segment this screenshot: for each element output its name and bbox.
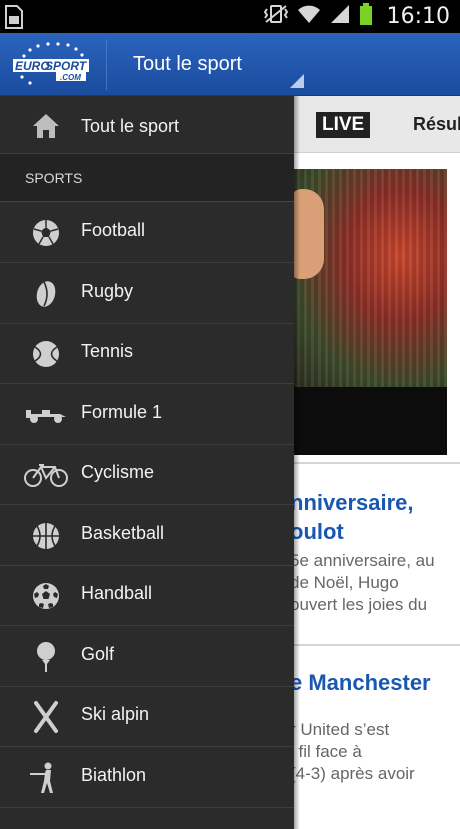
- ski-icon: [24, 699, 68, 735]
- article-title[interactable]: e Manchester: [290, 668, 460, 697]
- section-header-label: SPORTS: [25, 170, 83, 186]
- drawer-item-label: Football: [81, 220, 146, 240]
- drawer-item-cyclisme[interactable]: Cyclisme: [0, 445, 294, 505]
- svg-text:.COM: .COM: [60, 73, 81, 82]
- biathlon-icon: [24, 760, 68, 796]
- battery-icon: [359, 3, 373, 30]
- drawer-item-label: Basketball: [81, 523, 165, 543]
- article-card[interactable]: nniversaire, oulot 5e anniversaire, au d…: [290, 488, 460, 616]
- drawer-item-handball[interactable]: Handball: [0, 566, 294, 626]
- wifi-icon: [297, 4, 321, 29]
- app-bar-divider: [106, 39, 107, 90]
- hero-caption-band: [290, 387, 447, 455]
- drawer-item-label: Golf: [81, 644, 115, 664]
- drawer-item-more[interactable]: [0, 808, 294, 829]
- navigation-drawer: Tout le sport SPORTS Football Rugby Tenn…: [0, 96, 294, 829]
- golf-ball-icon: [24, 639, 68, 675]
- article-excerpt: l fil face à: [290, 742, 362, 761]
- tab-live[interactable]: LIVE: [316, 112, 371, 138]
- home-icon: [24, 108, 68, 144]
- article-title[interactable]: nniversaire,: [290, 488, 460, 517]
- article-excerpt: de Noël, Hugo: [290, 573, 399, 592]
- app-screen: 16:10 EURO SPORT .COM Tout le sport LIVE…: [0, 0, 460, 829]
- article-excerpt: 5e anniversaire, au: [290, 551, 435, 570]
- clock: 16:10: [386, 4, 450, 29]
- drawer-item-biathlon[interactable]: Biathlon: [0, 748, 294, 808]
- drawer-item-label: Handball: [81, 583, 153, 603]
- drawer-item-ski-alpin[interactable]: Ski alpin: [0, 687, 294, 747]
- article-card[interactable]: e Manchester r United s’est l fil face à…: [290, 668, 460, 785]
- drawer-item-label: Biathlon: [81, 765, 147, 785]
- eurosport-logo[interactable]: EURO SPORT .COM: [8, 41, 94, 87]
- status-bar: 16:10: [0, 0, 460, 33]
- vibrate-icon: [263, 4, 289, 29]
- rugby-ball-icon: [24, 276, 68, 312]
- article-excerpt: (4-3) après avoir: [290, 764, 415, 783]
- drawer-item-label: Tennis: [81, 341, 134, 361]
- basketball-icon: [24, 518, 68, 554]
- drawer-item-rugby[interactable]: Rugby: [0, 264, 294, 324]
- drawer-shadow: [294, 96, 300, 829]
- drawer-item-label: Ski alpin: [81, 704, 150, 724]
- section-spinner[interactable]: Tout le sport: [133, 53, 242, 76]
- handball-icon: [24, 578, 68, 614]
- drawer-item-label: Tout le sport: [81, 116, 180, 136]
- formula1-car-icon: [24, 397, 68, 433]
- drawer-item-home[interactable]: Tout le sport: [0, 96, 294, 154]
- article-title[interactable]: oulot: [290, 517, 460, 546]
- divider: [290, 644, 460, 646]
- drawer-item-label: Cyclisme: [81, 462, 155, 482]
- sports-section-header: SPORTS: [0, 154, 294, 202]
- drawer-item-tennis[interactable]: Tennis: [0, 324, 294, 384]
- tennis-ball-icon: [24, 336, 68, 372]
- divider: [290, 462, 460, 464]
- drawer-item-golf[interactable]: Golf: [0, 627, 294, 687]
- sim-card-icon: [4, 5, 24, 34]
- football-icon: [24, 215, 68, 251]
- drawer-item-football[interactable]: Football: [0, 203, 294, 263]
- drawer-item-formule-1[interactable]: Formule 1: [0, 385, 294, 445]
- hero-image[interactable]: [290, 169, 447, 455]
- article-excerpt: ouvert les joies du: [290, 595, 428, 614]
- bicycle-icon: [24, 457, 68, 493]
- drawer-item-basketball[interactable]: Basketball: [0, 506, 294, 566]
- drawer-item-label: Formule 1: [81, 402, 163, 422]
- drawer-item-label: Rugby: [81, 281, 134, 301]
- partial-sport-icon: [24, 820, 68, 829]
- app-bar: EURO SPORT .COM Tout le sport: [0, 33, 460, 96]
- spinner-indicator-icon[interactable]: [290, 74, 304, 88]
- tab-results[interactable]: Résul: [413, 114, 460, 135]
- svg-text:SPORT: SPORT: [45, 59, 88, 73]
- signal-icon: [329, 4, 351, 29]
- article-excerpt: r United s’est: [290, 720, 390, 739]
